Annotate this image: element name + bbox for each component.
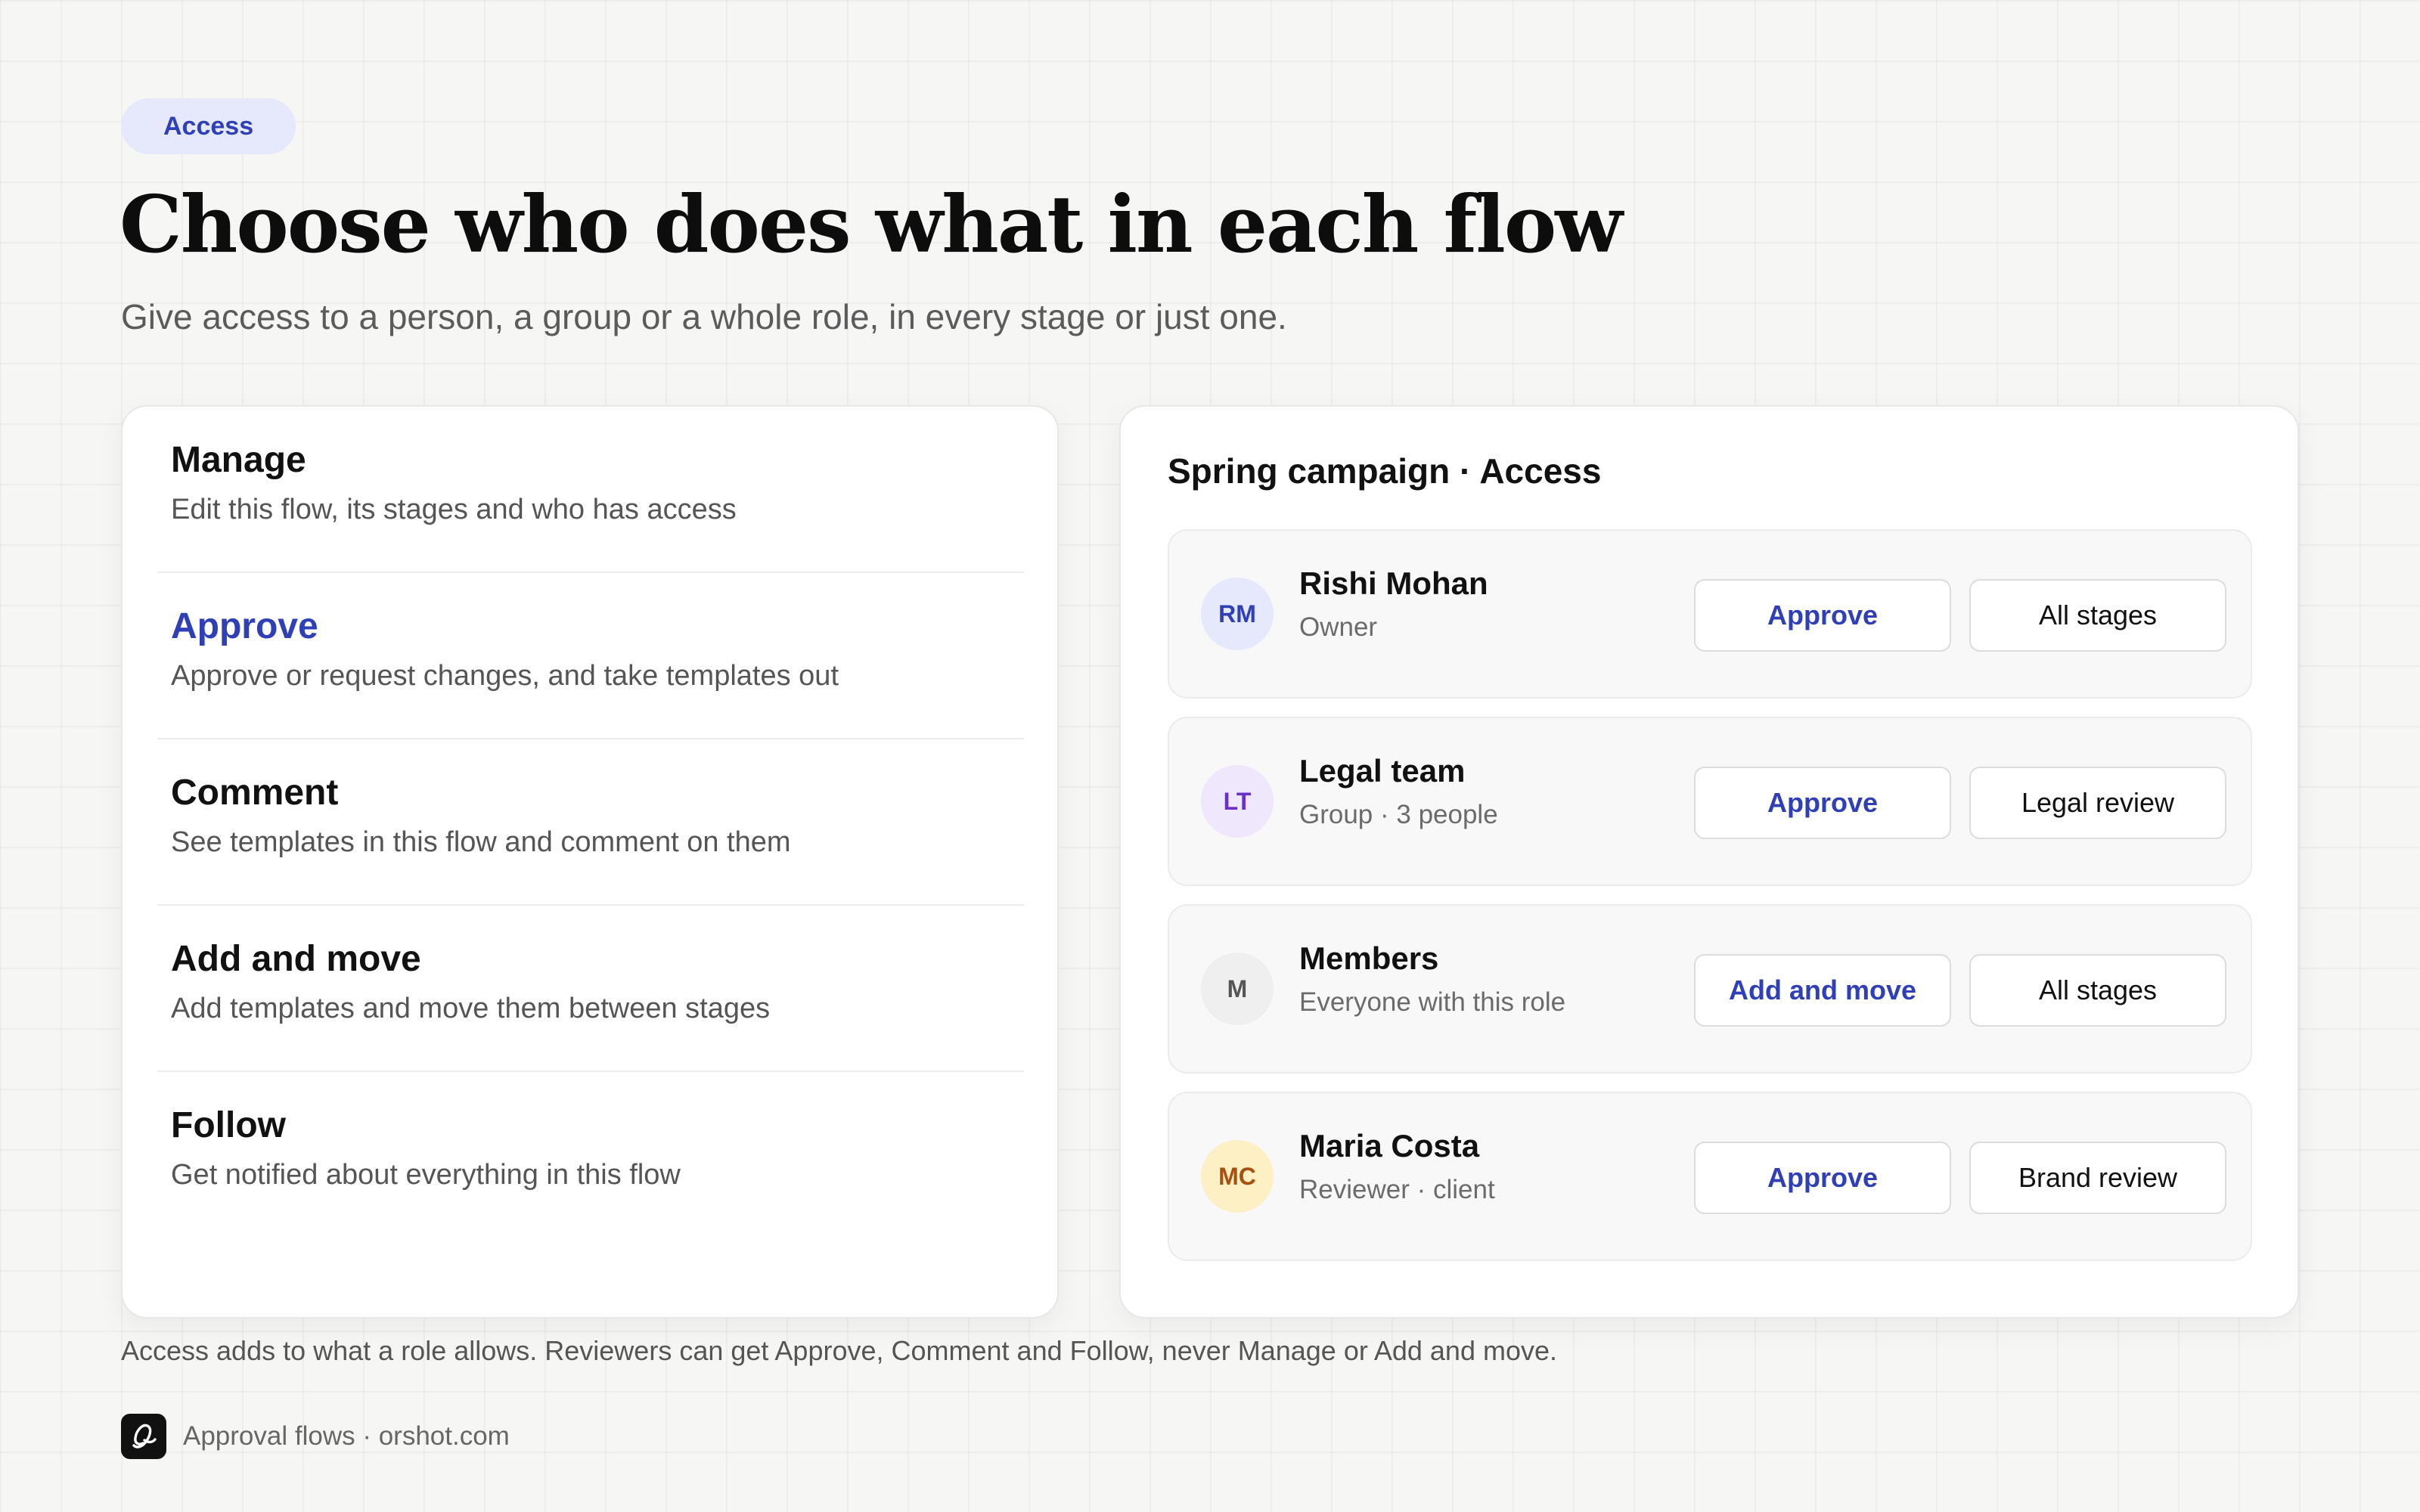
- permission-title: Approve: [171, 606, 318, 646]
- avatar: LT: [1201, 765, 1274, 838]
- orshot-logo-icon: [121, 1414, 166, 1459]
- permission-title: Manage: [171, 440, 306, 480]
- member-subtitle: Owner: [1299, 612, 1378, 642]
- stage-select-button[interactable]: Legal review: [1969, 767, 2226, 839]
- permission-description: Approve or request changes, and take tem…: [171, 660, 839, 692]
- member-name: Maria Costa: [1299, 1128, 1480, 1163]
- permission-description: Get notified about everything in this fl…: [171, 1159, 681, 1191]
- stage-select-button[interactable]: All stages: [1969, 579, 2226, 652]
- permission-description: See templates in this flow and comment o…: [171, 826, 791, 858]
- access-badge: Access: [121, 98, 296, 154]
- permission-select-button[interactable]: Approve: [1694, 767, 1951, 839]
- member-subtitle: Reviewer · client: [1299, 1175, 1495, 1204]
- brand-text: Approval flows · orshot.com: [183, 1421, 510, 1451]
- permission-item-add-and-move[interactable]: Add and move Add templates and move them…: [157, 906, 1024, 1072]
- permission-select-button[interactable]: Approve: [1694, 1142, 1951, 1214]
- permissions-card: Manage Edit this flow, its stages and wh…: [121, 405, 1059, 1318]
- permission-item-follow[interactable]: Follow Get notified about everything in …: [157, 1072, 1024, 1238]
- panel-title: Spring campaign · Access: [1168, 451, 1602, 491]
- member-name: Members: [1299, 940, 1439, 976]
- access-panel: Spring campaign · Access RM Rishi Mohan …: [1119, 405, 2299, 1318]
- permission-description: Edit this flow, its stages and who has a…: [171, 494, 737, 525]
- page-subtitle: Give access to a person, a group or a wh…: [121, 297, 1287, 336]
- avatar: MC: [1201, 1140, 1274, 1213]
- stage-select-button[interactable]: All stages: [1969, 954, 2226, 1027]
- avatar: M: [1201, 953, 1274, 1025]
- avatar: RM: [1201, 578, 1274, 650]
- permission-description: Add templates and move them between stag…: [171, 993, 771, 1024]
- brand-footer: Approval flows · orshot.com: [121, 1414, 510, 1459]
- member-subtitle: Everyone with this role: [1299, 987, 1566, 1017]
- stage-select-button[interactable]: Brand review: [1969, 1142, 2226, 1214]
- permission-item-comment[interactable]: Comment See templates in this flow and c…: [157, 739, 1024, 906]
- access-row: RM Rishi Mohan Owner Approve All stages: [1168, 529, 2252, 699]
- member-name: Legal team: [1299, 753, 1466, 789]
- permission-item-manage[interactable]: Manage Edit this flow, its stages and wh…: [157, 407, 1024, 573]
- page-title: Choose who does what in each flow: [119, 178, 1623, 271]
- access-row: LT Legal team Group · 3 people Approve L…: [1168, 717, 2252, 886]
- permission-select-button[interactable]: Approve: [1694, 579, 1951, 652]
- permission-title: Add and move: [171, 939, 421, 979]
- footnote: Access adds to what a role allows. Revie…: [121, 1335, 1557, 1366]
- member-name: Rishi Mohan: [1299, 565, 1488, 601]
- permission-title: Follow: [171, 1105, 286, 1145]
- permission-item-approve[interactable]: Approve Approve or request changes, and …: [157, 573, 1024, 739]
- member-subtitle: Group · 3 people: [1299, 800, 1498, 829]
- access-row: MC Maria Costa Reviewer · client Approve…: [1168, 1092, 2252, 1261]
- access-row: M Members Everyone with this role Add an…: [1168, 904, 2252, 1074]
- permission-title: Comment: [171, 773, 339, 813]
- permission-select-button[interactable]: Add and move: [1694, 954, 1951, 1027]
